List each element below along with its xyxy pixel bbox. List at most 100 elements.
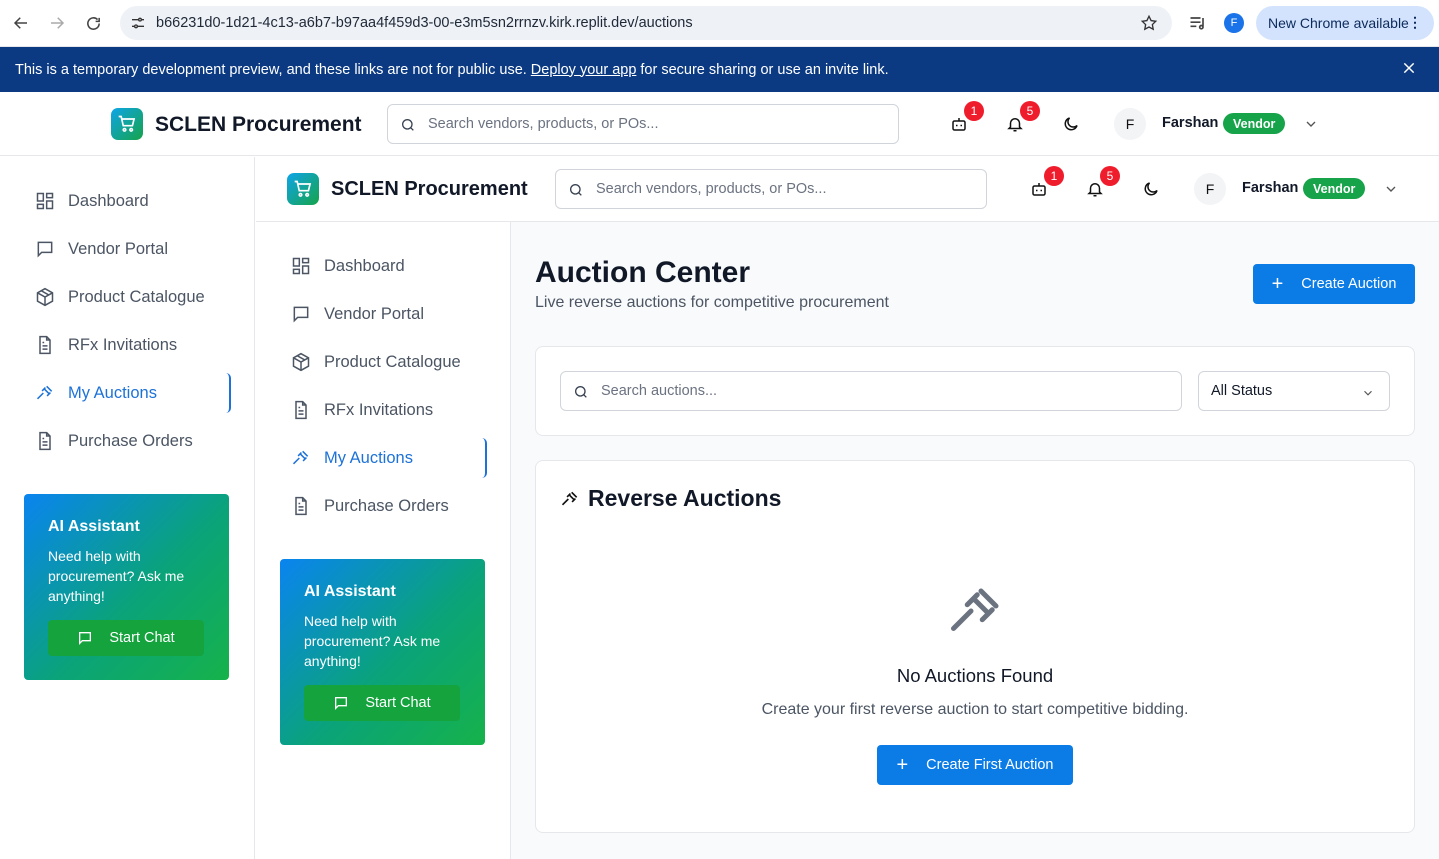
sidebar-item-label: Dashboard <box>324 256 405 275</box>
ai-assistant-title: AI Assistant <box>48 518 140 535</box>
search-input[interactable] <box>596 170 940 208</box>
sidebar-item-label: Product Catalogue <box>324 352 461 371</box>
more-vert-icon[interactable]: ⋮ <box>1408 14 1422 31</box>
user-name: Farshan <box>1242 180 1299 196</box>
bot-badge: 1 <box>964 101 984 121</box>
bell-icon <box>1087 183 1103 197</box>
update-chrome-button[interactable]: New Chrome available ⋮ <box>1256 6 1434 40</box>
browser-toolbar: b66231d0-1d21-4c13-a6b7-b97aa4f459d3-00-… <box>0 0 1439 47</box>
user-avatar[interactable]: F <box>1114 108 1146 140</box>
role-badge: Vendor <box>1223 113 1286 134</box>
gavel-icon <box>946 581 1006 646</box>
file-text-icon <box>34 334 56 356</box>
bot-icon <box>1032 183 1046 196</box>
sidebar-item-rfx-invitations[interactable]: RFx Invitations <box>290 390 487 430</box>
message-square-icon <box>79 632 92 645</box>
close-banner-icon[interactable] <box>1401 60 1417 80</box>
section-title: Reverse Auctions <box>560 485 781 512</box>
create-first-auction-label: Create First Auction <box>926 757 1054 773</box>
banner-text-after: for secure sharing or use an invite link… <box>640 61 889 78</box>
message-square-icon <box>335 697 348 710</box>
global-search[interactable] <box>555 169 987 209</box>
status-filter-select[interactable]: All Status <box>1198 371 1390 411</box>
inner-app-header: SCLEN Procurement 1 5 F Farshan Vendor <box>256 157 1439 222</box>
page-title: Auction Center <box>535 256 751 289</box>
media-controls-icon[interactable] <box>1188 13 1208 38</box>
sidebar-item-dashboard[interactable]: Dashboard <box>34 181 231 221</box>
sidebar-item-label: RFx Invitations <box>68 335 178 354</box>
back-icon[interactable] <box>10 12 32 34</box>
notifications-badge: 5 <box>1020 101 1040 121</box>
inner-sidebar: Dashboard Vendor Portal Product Catalogu… <box>256 222 511 859</box>
auction-search[interactable] <box>560 371 1182 411</box>
sidebar-item-purchase-orders[interactable]: Purchase Orders <box>290 486 487 526</box>
banner-text-before: This is a temporary development preview,… <box>15 61 527 78</box>
notifications-badge: 5 <box>1100 166 1120 186</box>
gavel-icon <box>34 382 56 404</box>
outer-sidebar: Dashboard Vendor Portal Product Catalogu… <box>0 157 255 859</box>
ai-bot-button[interactable]: 1 <box>948 101 984 135</box>
reload-icon[interactable] <box>82 12 104 34</box>
sidebar-item-vendor-portal[interactable]: Vendor Portal <box>34 229 231 269</box>
sidebar-item-label: My Auctions <box>324 448 413 467</box>
user-name: Farshan <box>1162 115 1219 131</box>
sidebar-item-vendor-portal[interactable]: Vendor Portal <box>290 294 487 334</box>
sidebar-item-product-catalogue[interactable]: Product Catalogue <box>290 342 487 382</box>
page-subtitle: Live reverse auctions for competitive pr… <box>535 294 889 311</box>
notifications-button[interactable]: 5 <box>1084 166 1120 200</box>
sidebar-item-label: Vendor Portal <box>68 239 168 258</box>
file-text-icon <box>290 399 312 421</box>
create-auction-button[interactable]: + Create Auction <box>1253 264 1415 304</box>
start-chat-button[interactable]: Start Chat <box>304 685 460 721</box>
sidebar-item-my-auctions[interactable]: My Auctions <box>34 373 231 413</box>
dashboard-icon <box>290 255 312 277</box>
file-text-icon <box>290 495 312 517</box>
forward-icon[interactable] <box>46 12 68 34</box>
bookmark-star-icon[interactable] <box>1140 14 1158 37</box>
role-badge: Vendor <box>1303 178 1366 199</box>
sidebar-item-label: Product Catalogue <box>68 287 205 306</box>
chevron-down-icon[interactable] <box>1303 116 1319 137</box>
sidebar-item-my-auctions[interactable]: My Auctions <box>290 438 487 478</box>
ai-assistant-card: AI Assistant Need help with procurement?… <box>24 494 229 680</box>
empty-state-desc: Create your first reverse auction to sta… <box>761 701 1189 718</box>
sidebar-item-product-catalogue[interactable]: Product Catalogue <box>34 277 231 317</box>
site-settings-icon[interactable] <box>130 15 146 36</box>
create-first-auction-button[interactable]: + Create First Auction <box>877 745 1073 785</box>
ai-bot-button[interactable]: 1 <box>1028 166 1064 200</box>
chevron-down-icon <box>1361 386 1375 404</box>
search-input[interactable] <box>428 105 836 143</box>
user-avatar[interactable]: F <box>1194 173 1226 205</box>
dev-preview-banner: This is a temporary development preview,… <box>0 47 1439 92</box>
moon-icon[interactable] <box>1060 113 1082 135</box>
plus-icon: + <box>896 754 909 776</box>
browser-profile-avatar[interactable]: F <box>1224 13 1244 33</box>
deploy-app-link[interactable]: Deploy your app <box>531 62 637 78</box>
start-chat-label: Start Chat <box>365 695 431 711</box>
moon-icon[interactable] <box>1140 178 1162 200</box>
message-square-icon <box>34 238 56 260</box>
package-icon <box>34 286 56 308</box>
auction-search-input[interactable] <box>601 372 1097 410</box>
create-auction-label: Create Auction <box>1301 276 1397 292</box>
global-search[interactable] <box>387 104 899 144</box>
sidebar-item-label: Vendor Portal <box>324 304 424 323</box>
section-title-label: Reverse Auctions <box>588 485 782 511</box>
search-icon <box>573 384 589 405</box>
address-bar[interactable]: b66231d0-1d21-4c13-a6b7-b97aa4f459d3-00-… <box>120 6 1172 40</box>
start-chat-button[interactable]: Start Chat <box>48 620 204 656</box>
sidebar-item-dashboard[interactable]: Dashboard <box>290 246 487 286</box>
start-chat-label: Start Chat <box>109 630 175 646</box>
notifications-button[interactable]: 5 <box>1004 101 1040 135</box>
search-icon <box>400 117 416 138</box>
sidebar-item-label: Dashboard <box>68 191 149 210</box>
cart-logo-icon <box>111 108 143 140</box>
app-header: SCLEN Procurement 1 5 F Farshan Vendor <box>0 92 1439 156</box>
chevron-down-icon[interactable] <box>1383 181 1399 202</box>
status-filter-value: All Status <box>1211 383 1273 399</box>
empty-state-title: No Auctions Found <box>896 665 1054 686</box>
sidebar-item-rfx-invitations[interactable]: RFx Invitations <box>34 325 231 365</box>
sidebar-item-label: RFx Invitations <box>324 400 434 419</box>
sidebar-item-purchase-orders[interactable]: Purchase Orders <box>34 421 231 461</box>
plus-icon: + <box>1271 273 1284 295</box>
